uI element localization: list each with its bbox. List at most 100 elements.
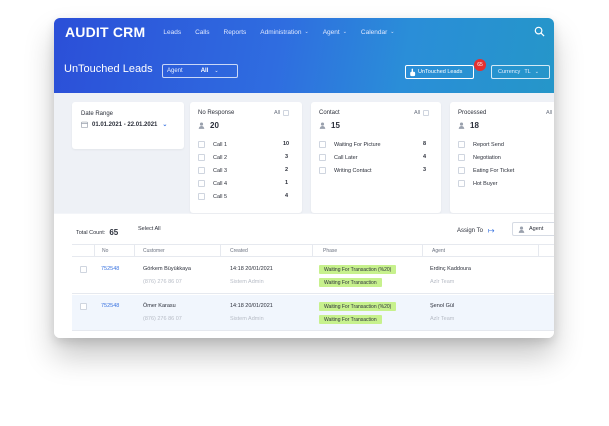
processed-all[interactable]: All bbox=[546, 110, 552, 116]
column-phase[interactable]: Phase bbox=[323, 248, 337, 254]
lead-id-link[interactable]: 752548 bbox=[101, 303, 119, 309]
option-checkbox[interactable] bbox=[458, 167, 465, 174]
lead-id-link[interactable]: 752548 bbox=[101, 266, 119, 272]
filters-panel: Date Range 01.01.2021 - 22.01.2021 ⌄ No … bbox=[54, 93, 554, 213]
untouched-leads-button[interactable]: UnTouched Leads bbox=[405, 65, 474, 79]
agent-filter-select[interactable]: Agent All ⌄ bbox=[162, 64, 238, 78]
option-waiting-for-picture[interactable]: Waiting For Picture bbox=[319, 141, 381, 148]
option-label: Negotiation bbox=[473, 154, 501, 161]
app-logo[interactable]: AUDIT CRM bbox=[65, 24, 145, 40]
table-row[interactable]: 752548 Görkem Büyükkaya (876) 276 86 07 … bbox=[72, 258, 554, 294]
column-divider bbox=[134, 245, 135, 257]
all-label: All bbox=[414, 110, 421, 116]
calendar-icon bbox=[81, 121, 88, 128]
option-label: Hot Buyer bbox=[473, 180, 498, 187]
customer-name: Görkem Büyükkaya bbox=[143, 266, 191, 272]
option-checkbox[interactable] bbox=[198, 193, 205, 200]
assign-agent-select[interactable]: Agent bbox=[512, 222, 554, 236]
no-response-title: No Response bbox=[198, 110, 235, 116]
table-row[interactable]: 752548 Ömer Karasu (876) 276 86 07 14:18… bbox=[72, 295, 554, 331]
select-all-button[interactable]: Select All bbox=[138, 226, 161, 232]
option-report-send[interactable]: Report Send bbox=[458, 141, 504, 148]
option-count: 10 bbox=[283, 141, 290, 147]
nav-administration[interactable]: Administration ⌄ bbox=[260, 29, 308, 36]
phase-badge: Waiting For Transaction bbox=[319, 278, 382, 287]
created-time: 14:18 20/01/2021 bbox=[230, 303, 273, 309]
option-checkbox[interactable] bbox=[458, 180, 465, 187]
date-range-picker[interactable]: 01.01.2021 - 22.01.2021 ⌄ bbox=[81, 121, 167, 128]
nav-reports[interactable]: Reports bbox=[224, 29, 247, 36]
created-by: Sistem Admin bbox=[230, 279, 264, 285]
option-checkbox[interactable] bbox=[198, 167, 205, 174]
column-customer[interactable]: Customer bbox=[143, 248, 165, 254]
column-divider bbox=[538, 245, 539, 257]
option-call-1[interactable]: Call 1 bbox=[198, 141, 227, 148]
date-range-card: Date Range 01.01.2021 - 22.01.2021 ⌄ bbox=[72, 102, 184, 149]
option-count: 4 bbox=[423, 154, 427, 160]
search-icon[interactable] bbox=[534, 26, 545, 37]
customer-phone: (876) 276 86 07 bbox=[143, 316, 182, 322]
option-checkbox[interactable] bbox=[319, 141, 326, 148]
option-call-3[interactable]: Call 3 bbox=[198, 167, 227, 174]
nav-agent[interactable]: Agent ⌄ bbox=[323, 29, 347, 36]
app-window: AUDIT CRM Leads Calls Reports Administra… bbox=[54, 18, 554, 338]
row-checkbox[interactable] bbox=[80, 266, 87, 273]
date-range-value: 01.01.2021 - 22.01.2021 bbox=[92, 121, 158, 128]
currency-value: TL bbox=[524, 69, 531, 75]
chevron-down-icon: ⌄ bbox=[390, 29, 395, 35]
option-negotiation[interactable]: Negotiation bbox=[458, 154, 501, 161]
option-checkbox[interactable] bbox=[198, 141, 205, 148]
option-count: 3 bbox=[285, 154, 289, 160]
person-icon bbox=[518, 226, 525, 233]
nav-calls[interactable]: Calls bbox=[195, 29, 209, 36]
created-time: 14:18 20/01/2021 bbox=[230, 266, 273, 272]
agent-name: Şenol Gül bbox=[430, 303, 455, 309]
column-created[interactable]: Created bbox=[230, 248, 248, 254]
person-icon bbox=[319, 122, 326, 129]
all-checkbox[interactable] bbox=[283, 110, 290, 116]
option-call-later[interactable]: Call Later bbox=[319, 154, 358, 161]
all-checkbox[interactable] bbox=[423, 110, 430, 116]
column-divider bbox=[94, 245, 95, 257]
column-agent[interactable]: Agent bbox=[432, 248, 445, 254]
option-call-4[interactable]: Call 4 bbox=[198, 180, 227, 187]
option-checkbox[interactable] bbox=[319, 167, 326, 174]
processed-title: Processed bbox=[458, 110, 487, 116]
all-label: All bbox=[546, 110, 553, 116]
no-response-all[interactable]: All bbox=[274, 110, 290, 116]
table-header: No Customer Created Phase Agent bbox=[72, 244, 554, 257]
row-checkbox[interactable] bbox=[80, 303, 87, 310]
agent-name: Erdinç Kaddoura bbox=[430, 266, 471, 272]
nav-calendar[interactable]: Calendar ⌄ bbox=[361, 29, 395, 36]
currency-select[interactable]: Currency TL ⌄ bbox=[491, 65, 550, 79]
option-call-5[interactable]: Call 5 bbox=[198, 193, 227, 200]
column-no[interactable]: No bbox=[102, 248, 108, 254]
option-checkbox[interactable] bbox=[198, 154, 205, 161]
option-hot-buyer[interactable]: Hot Buyer bbox=[458, 180, 497, 187]
untouched-count-badge: 65 bbox=[474, 59, 486, 71]
nav-leads[interactable]: Leads bbox=[163, 29, 181, 36]
option-label: Call Later bbox=[334, 154, 358, 161]
assign-to-button[interactable]: Assign To ↦ bbox=[457, 226, 495, 235]
option-writing-contact[interactable]: Writing Contact bbox=[319, 167, 372, 174]
nav-administration-label: Administration bbox=[260, 28, 302, 36]
agent-filter-value: All bbox=[200, 68, 209, 74]
option-checkbox[interactable] bbox=[319, 154, 326, 161]
option-call-2[interactable]: Call 2 bbox=[198, 154, 227, 161]
option-eating-for-ticket[interactable]: Eating For Ticket bbox=[458, 167, 514, 174]
contact-all[interactable]: All bbox=[414, 110, 430, 116]
processed-count-value: 18 bbox=[470, 121, 479, 130]
processed-count: 18 bbox=[458, 121, 479, 130]
nav-agent-label: Agent bbox=[322, 28, 340, 36]
option-checkbox[interactable] bbox=[198, 180, 205, 187]
nav-calendar-label: Calendar bbox=[360, 28, 388, 36]
person-icon bbox=[458, 122, 465, 129]
option-checkbox[interactable] bbox=[458, 154, 465, 161]
option-checkbox[interactable] bbox=[458, 141, 465, 148]
page-title: UnTouched Leads bbox=[64, 63, 153, 75]
chevron-down-icon: ⌄ bbox=[304, 29, 309, 35]
header-banner: AUDIT CRM Leads Calls Reports Administra… bbox=[54, 18, 554, 93]
total-count: Total Count: 65 bbox=[76, 228, 118, 237]
created-by: Sistem Admin bbox=[230, 316, 264, 322]
contact-count-value: 15 bbox=[331, 121, 340, 130]
